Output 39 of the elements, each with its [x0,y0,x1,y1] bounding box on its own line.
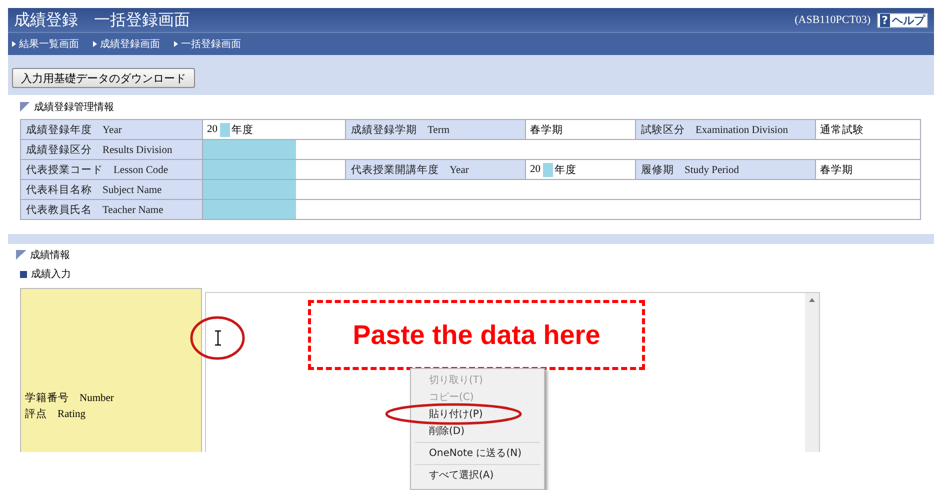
field-value: 春学期 [529,124,563,136]
input-label: 学籍番号 Number [25,391,115,405]
field-label: 成績登録年度 Year [21,120,203,140]
field-value: 通常試験 [819,123,864,136]
menu-item[interactable]: 削除(D) [411,423,544,440]
subsection-title: 成績入力 [31,268,71,281]
field-label: 履修期 Study Period [636,160,816,180]
field-label: 代表科目名称 Subject Name [21,180,203,200]
breadcrumb-link[interactable]: 一括登録画面 [181,37,241,51]
menu-item[interactable]: すべて選択(A) [411,467,544,484]
section-title: 成績情報 [30,248,70,262]
breadcrumb-link[interactable]: 成績登録画面 [100,37,160,51]
triangle-icon [12,41,16,47]
input-label: 評点 Rating [25,407,86,421]
field-label: 代表教員氏名 Teacher Name [21,200,203,220]
field-label: 代表授業コード Lesson Code [21,160,203,180]
field-label: 成績登録学期 Term [346,120,526,140]
text-cursor-icon [214,330,222,346]
field-value: 20 年度 [206,122,254,136]
highlight-ellipse [190,316,245,360]
section-title: 成績登録管理情報 [34,100,114,114]
triangle-icon [93,41,97,47]
menu-item[interactable]: OneNote に送る(N) [411,445,544,462]
page-title: 成績登録 一括登録画面 [14,10,190,30]
field-label: 代表授業開講年度 Year [346,160,526,180]
help-button[interactable]: ? ヘルプ [876,12,928,28]
field-value: 20 年度 [529,162,576,176]
menu-item[interactable]: 貼り付け(P) [411,406,544,423]
field-value: 春学期 [819,164,853,176]
annotation-text: Paste the data here [352,320,600,350]
triangle-icon [174,41,178,47]
scroll-up-icon[interactable] [809,298,815,302]
download-button[interactable]: 入力用基礎データのダウンロード [12,68,195,88]
field-label: 試験区分 Examination Division [636,120,816,140]
screen-id: (ASB110PCT03) [794,14,871,26]
square-icon [20,270,27,278]
scrollbar[interactable] [805,293,819,452]
field-label: 成績登録区分 Results Division [21,140,203,160]
breadcrumb-link[interactable]: 結果一覧画面 [19,37,79,51]
